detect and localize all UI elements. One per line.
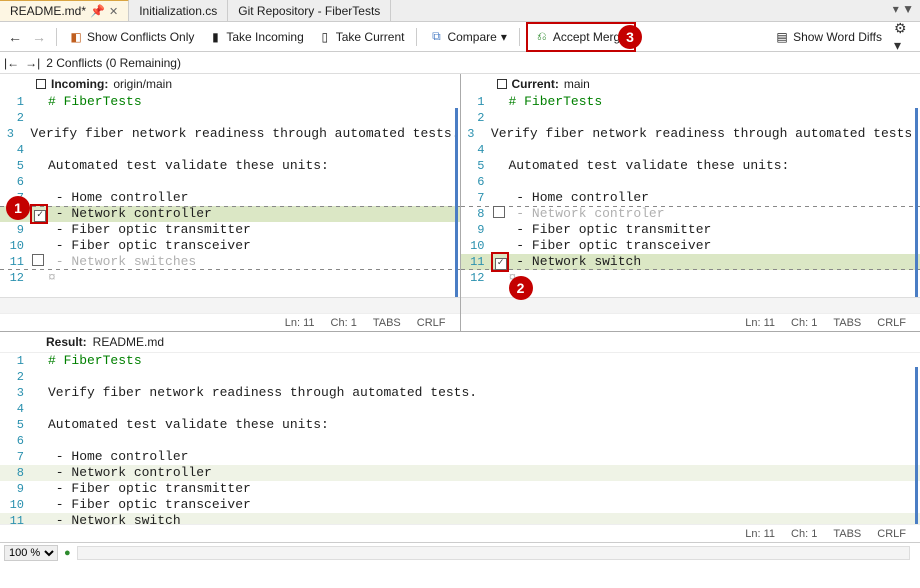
incoming-code[interactable]: 1# FiberTests 2 3Verify fiber network re…	[0, 94, 460, 297]
checkbox-2-highlight	[491, 252, 509, 272]
show-word-diffs-button[interactable]: ▤Show Word Diffs	[769, 25, 888, 49]
result-header: Result: README.md	[0, 332, 920, 353]
merge-toolbar: ← → ◧Show Conflicts Only ▮Take Incoming …	[0, 22, 920, 52]
conflict-checkbox-incoming-11[interactable]	[32, 254, 44, 266]
take-current-button[interactable]: ▯Take Current	[312, 25, 411, 49]
show-conflicts-button[interactable]: ◧Show Conflicts Only	[63, 25, 200, 49]
conflict-checkbox-current-8[interactable]	[493, 206, 505, 218]
take-current-icon: ▯	[318, 30, 332, 44]
merge-panes: 1 Incoming: origin/main 1# FiberTests 2 …	[0, 74, 920, 332]
result-pane: Result: README.md 1# FiberTests 2 3Verif…	[0, 332, 920, 542]
compare-icon: ⧉	[429, 30, 443, 44]
back-button[interactable]: ←	[4, 26, 26, 48]
h-scrollbar-result[interactable]	[77, 546, 910, 560]
status-result: Ln: 11Ch: 1TABSCRLF	[0, 524, 920, 542]
pane-icon	[497, 79, 507, 89]
checkbox-1-highlight	[30, 204, 48, 224]
tab-readme[interactable]: README.md* 📌 ✕	[0, 0, 129, 21]
tab-initialization[interactable]: Initialization.cs	[129, 0, 228, 21]
no-issues-icon[interactable]: ●	[64, 547, 71, 559]
callout-1: 1	[6, 196, 30, 220]
callout-3: 3	[618, 25, 642, 49]
callout-2: 2	[509, 276, 533, 300]
status-left: Ln: 11Ch: 1TABSCRLF	[0, 313, 460, 331]
current-pane: 2 Current: main 1# FiberTests 2 3Verify …	[461, 74, 920, 331]
tab-overflow[interactable]: ▾ ▼	[887, 0, 920, 21]
next-conflict-button[interactable]: →|	[25, 56, 40, 70]
bottom-bar: 100 % ●	[0, 542, 920, 562]
close-icon[interactable]: ✕	[109, 5, 118, 18]
forward-button[interactable]: →	[28, 26, 50, 48]
result-code[interactable]: 1# FiberTests 2 3Verify fiber network re…	[0, 353, 920, 524]
conflict-nav-bar: |← →| 2 Conflicts (0 Remaining)	[0, 52, 920, 74]
conflict-count: 2 Conflicts (0 Remaining)	[46, 56, 181, 70]
incoming-header: Incoming: origin/main	[0, 74, 460, 94]
h-scrollbar-right[interactable]	[461, 297, 920, 313]
current-header: Current: main	[461, 74, 920, 94]
status-right: Ln: 11Ch: 1TABSCRLF	[461, 313, 920, 331]
prev-conflict-button[interactable]: |←	[4, 56, 19, 70]
zoom-select[interactable]: 100 %	[4, 545, 58, 561]
h-scrollbar-left[interactable]	[0, 297, 460, 313]
tab-git-repository[interactable]: Git Repository - FiberTests	[228, 0, 391, 21]
compare-button[interactable]: ⧉Compare ▾	[423, 25, 512, 49]
take-incoming-icon: ▮	[208, 30, 222, 44]
current-code[interactable]: 1# FiberTests 2 3Verify fiber network re…	[461, 94, 920, 297]
pin-icon[interactable]: 📌	[90, 4, 105, 18]
tab-label: README.md*	[10, 4, 86, 18]
settings-button[interactable]: ⚙ ▾	[894, 26, 916, 48]
pane-icon	[36, 79, 46, 89]
word-diff-icon: ▤	[775, 30, 789, 44]
incoming-pane: 1 Incoming: origin/main 1# FiberTests 2 …	[0, 74, 461, 331]
conflict-checkbox-incoming-8[interactable]	[34, 210, 46, 222]
conflict-checkbox-current-11[interactable]	[495, 258, 507, 270]
take-incoming-button[interactable]: ▮Take Incoming	[202, 25, 309, 49]
conflicts-icon: ◧	[69, 30, 83, 44]
merge-icon: ⎌	[535, 30, 549, 44]
editor-tabs: README.md* 📌 ✕ Initialization.cs Git Rep…	[0, 0, 920, 22]
